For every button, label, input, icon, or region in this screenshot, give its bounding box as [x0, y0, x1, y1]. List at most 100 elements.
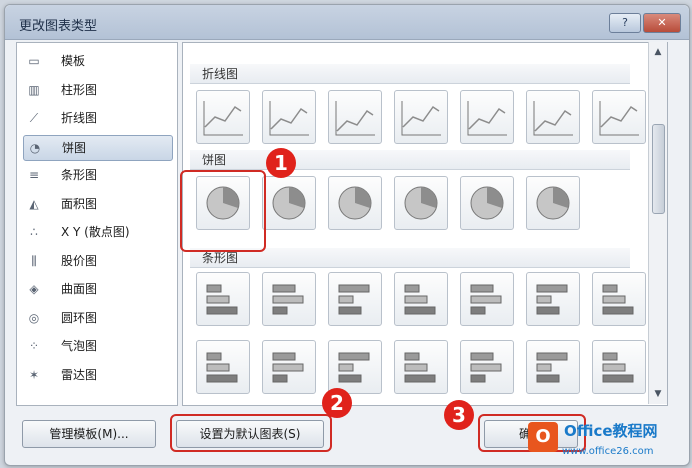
line-chart-icon — [335, 101, 375, 136]
category-label: 饼图 — [62, 140, 87, 155]
step-badge-1: 1 — [266, 148, 296, 178]
bar-thumbnail[interactable] — [526, 272, 580, 326]
section-header-pie: 饼图 — [190, 150, 630, 170]
bar-chart-icon — [404, 284, 436, 315]
bar-chart-icon — [602, 284, 634, 315]
category-item[interactable]: ⫼ 股价图 — [23, 249, 171, 273]
bar-thumbnail[interactable] — [592, 340, 646, 394]
office-logo-icon: O — [528, 422, 558, 452]
bar-chart-icon: ≡ — [28, 168, 40, 182]
pie-chart-icon: ◔ — [29, 140, 41, 155]
category-item[interactable]: ⁘ 气泡图 — [23, 334, 171, 358]
manage-templates-button[interactable]: 管理模板(M)... — [22, 420, 156, 448]
category-label: 圆环图 — [61, 310, 98, 325]
gallery-scrollbar[interactable]: ▲ ▼ — [648, 42, 667, 404]
line-thumbnail[interactable] — [262, 90, 316, 144]
bubble-chart-icon: ⁘ — [28, 339, 40, 353]
line-thumbnail[interactable] — [592, 90, 646, 144]
category-item[interactable]: ✶ 雷达图 — [23, 363, 171, 387]
pie-thumbnail[interactable] — [394, 176, 448, 230]
step-badge-3: 3 — [444, 400, 474, 430]
category-label: 柱形图 — [61, 82, 98, 97]
bar-chart-icon — [470, 352, 502, 383]
line-thumbnail[interactable] — [526, 90, 580, 144]
step-badge-2: 2 — [322, 388, 352, 418]
line-thumbnail[interactable] — [196, 90, 250, 144]
close-button[interactable]: ✕ — [643, 13, 681, 33]
doughnut-chart-icon: ◎ — [28, 310, 40, 325]
bar-thumbnail[interactable] — [460, 340, 514, 394]
pie-thumbnail[interactable] — [526, 176, 580, 230]
category-item[interactable]: ▭ 模板 — [23, 49, 171, 73]
scatter-chart-icon: ∴ — [30, 225, 38, 239]
category-label: 模板 — [61, 54, 86, 68]
bar-thumbnail[interactable] — [460, 272, 514, 326]
bar-chart-icon — [404, 352, 436, 383]
line-chart-icon — [599, 101, 639, 136]
bar-chart-icon — [536, 284, 568, 315]
bar-chart-icon — [338, 352, 370, 383]
folder-icon: ▭ — [28, 54, 40, 68]
scroll-down-icon[interactable]: ▼ — [652, 388, 664, 400]
category-label: 条形图 — [61, 168, 98, 182]
bar-thumbnail[interactable] — [592, 272, 646, 326]
pie-chart-icon — [404, 186, 438, 220]
bar-chart-icon — [602, 352, 634, 383]
category-label: 面积图 — [61, 196, 98, 211]
scroll-thumb[interactable] — [652, 124, 665, 214]
category-item[interactable]: ◎ 圆环图 — [23, 306, 171, 330]
category-item[interactable]: ◔ 饼图 — [23, 134, 173, 161]
pie-chart-icon — [338, 186, 372, 220]
bar-thumbnail[interactable] — [394, 340, 448, 394]
bar-thumbnail[interactable] — [196, 272, 250, 326]
category-item[interactable]: ◭ 面积图 — [23, 192, 171, 216]
line-thumbnail[interactable] — [328, 90, 382, 144]
dialog-title: 更改图表类型 — [19, 19, 98, 34]
bar-thumbnail[interactable] — [328, 340, 382, 394]
chart-category-list: ▭ 模板 ▥ 柱形图 ⟋ 折线图 ◔ 饼图 ≡ 条形图 ◭ 面积图 ∴ X Y (散点图) ⫼ 股价图 ◈ 曲面图… — [16, 42, 178, 406]
pie-chart-icon — [536, 186, 570, 220]
bar-thumbnail[interactable] — [196, 340, 250, 394]
bar-chart-icon — [272, 352, 304, 383]
category-item[interactable]: ∴ X Y (散点图) — [23, 220, 171, 244]
title-bar: 更改图表类型 ? ✕ — [5, 5, 689, 40]
category-label: 折线图 — [61, 111, 98, 125]
watermark: O Office教程网 www.office26.com — [526, 420, 686, 464]
surface-chart-icon: ◈ — [29, 282, 39, 296]
bar-thumbnail[interactable] — [394, 272, 448, 326]
bar-chart-icon — [470, 284, 502, 315]
area-chart-icon: ◭ — [29, 196, 39, 211]
pie-thumbnail[interactable] — [328, 176, 382, 230]
bar-chart-icon — [536, 352, 568, 383]
line-chart-icon — [401, 101, 441, 136]
category-item[interactable]: ◈ 曲面图 — [23, 277, 171, 301]
help-button[interactable]: ? — [609, 13, 641, 33]
category-label: 曲面图 — [61, 282, 98, 296]
category-label: 气泡图 — [61, 339, 98, 353]
bar-chart-icon — [206, 284, 238, 315]
bar-thumbnail[interactable] — [526, 340, 580, 394]
line-thumbnail[interactable] — [460, 90, 514, 144]
column-chart-icon: ▥ — [28, 82, 40, 97]
category-label: 雷达图 — [61, 367, 98, 382]
line-thumbnail[interactable] — [394, 90, 448, 144]
line-chart-icon: ⟋ — [29, 111, 39, 125]
category-item[interactable]: ≡ 条形图 — [23, 163, 171, 187]
bar-thumbnail[interactable] — [262, 340, 316, 394]
pie-thumbnail[interactable] — [460, 176, 514, 230]
scroll-up-icon[interactable]: ▲ — [652, 46, 664, 58]
bar-thumbnail[interactable] — [328, 272, 382, 326]
section-header-line: 折线图 — [190, 64, 630, 84]
category-item[interactable]: ⟋ 折线图 — [23, 106, 171, 130]
bar-chart-icon — [338, 284, 370, 315]
category-label: X Y (散点图) — [61, 225, 130, 239]
radar-chart-icon: ✶ — [28, 367, 40, 382]
bar-thumbnail[interactable] — [262, 272, 316, 326]
pie-thumbnail[interactable] — [262, 176, 316, 230]
category-item[interactable]: ▥ 柱形图 — [23, 78, 171, 102]
category-label: 股价图 — [61, 253, 98, 268]
watermark-url: www.office26.com — [562, 446, 654, 457]
set-as-default-button[interactable]: 设置为默认图表(S) — [176, 420, 324, 448]
line-chart-icon — [269, 101, 309, 136]
watermark-brand: Office教程网 — [564, 422, 658, 440]
